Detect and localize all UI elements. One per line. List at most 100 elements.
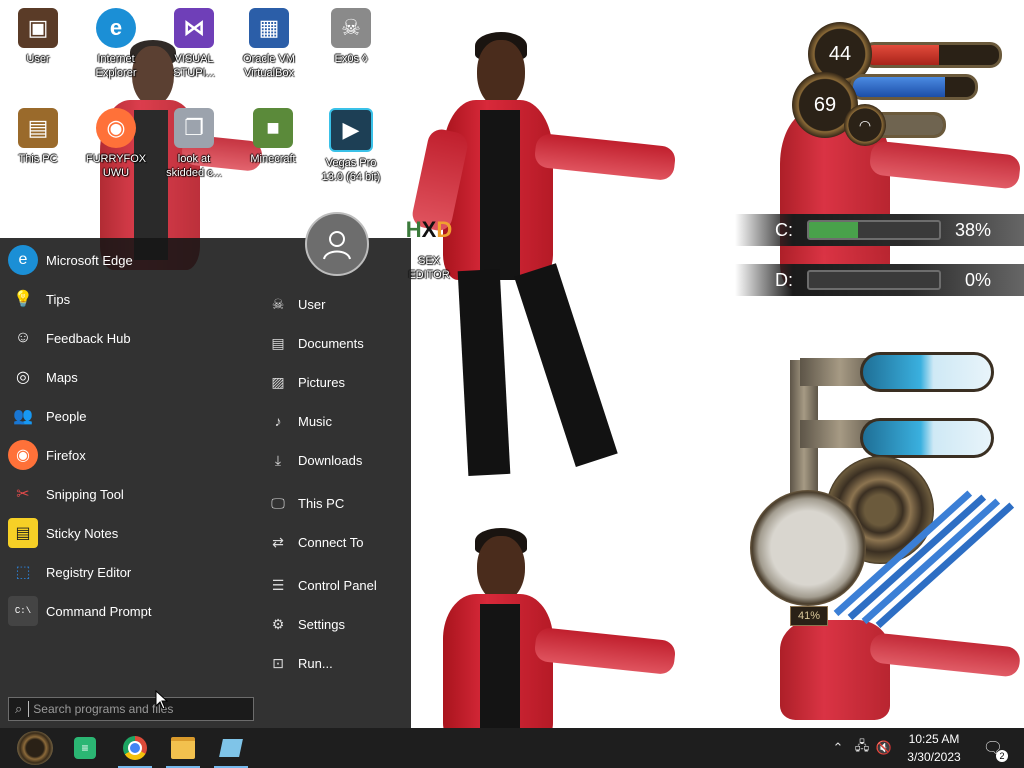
- taskbar-file-explorer[interactable]: [160, 728, 206, 768]
- virtualbox-icon: ▦: [249, 8, 289, 48]
- desktop-icon-label: Minecraft: [250, 153, 296, 165]
- command-prompt-icon: C:\: [8, 596, 38, 626]
- start-search-box[interactable]: ⌕: [8, 697, 254, 721]
- desktop-icon-minecraft[interactable]: ■ Minecraft: [240, 102, 306, 166]
- start-app-feedback-hub[interactable]: ☺ Feedback Hub: [0, 320, 240, 356]
- desktop-icon-internet-explorer[interactable]: e Internet Explorer: [83, 2, 149, 80]
- start-place-label: Pictures: [298, 374, 345, 390]
- skull-icon: ☠: [271, 295, 285, 312]
- dial-value: 41%: [790, 606, 828, 626]
- ram-usage-bar: [850, 74, 978, 100]
- copy-icon: ❐: [174, 108, 214, 148]
- run-icon: ⊡: [272, 654, 284, 671]
- start-place-label: Settings: [298, 616, 345, 632]
- chat-app-icon: ≡: [74, 737, 96, 759]
- drive-d-meter: D: 0%: [735, 264, 1024, 296]
- vegas-icon: ▶: [329, 108, 373, 152]
- start-app-label: Microsoft Edge: [46, 252, 133, 268]
- desktop-icon-label: User: [26, 53, 50, 65]
- start-app-label: Registry Editor: [46, 564, 132, 580]
- desktop-icon-furryfox[interactable]: ◉ FURRYFOX UWU: [83, 102, 149, 180]
- ram-value: 69: [813, 93, 837, 116]
- drive-d-bar: [807, 270, 941, 290]
- start-app-sticky-notes[interactable]: ▤ Sticky Notes: [0, 515, 240, 551]
- hex-editor-icon: HXD: [405, 217, 453, 242]
- drive-c-percent: 38%: [955, 219, 992, 240]
- start-app-label: Firefox: [46, 447, 86, 463]
- control-panel-icon: ☰: [271, 576, 285, 593]
- chrome-icon: [123, 736, 147, 760]
- desktop-icon-this-pc[interactable]: ▤ This PC: [5, 102, 71, 166]
- gear-icon: ⚙: [271, 615, 285, 632]
- start-place-music[interactable]: ♪ Music: [268, 406, 408, 436]
- desktop-icon-label: VISUAL STUPI...: [173, 53, 215, 79]
- start-place-user[interactable]: ☠ User: [268, 289, 408, 319]
- start-app-people[interactable]: 👥 People: [0, 398, 240, 434]
- search-icon: ⌕: [15, 701, 23, 716]
- document-icon: ▤: [271, 334, 285, 351]
- visual-studio-icon: ⋈: [174, 8, 214, 48]
- desktop-icon-skidded[interactable]: ❐ look at skidded c...: [161, 102, 227, 180]
- start-app-microsoft-edge[interactable]: e Microsoft Edge: [0, 242, 240, 278]
- drive-c-meter: C: 38%: [735, 214, 1024, 246]
- minecraft-icon: ■: [253, 108, 293, 148]
- taskbar-clock[interactable]: 10:25 AM 3/30/2023: [896, 730, 972, 766]
- volume-tray-button[interactable]: 🔇: [874, 728, 894, 768]
- desktop-icon-vegas-pro[interactable]: ▶ Vegas Pro 13.0 (64 bit): [318, 102, 384, 184]
- network-icon: 🖧: [854, 738, 870, 753]
- blue-rods-gauge: [833, 490, 1015, 629]
- start-place-documents[interactable]: ▤ Documents: [268, 328, 408, 358]
- drive-c-label: C:: [775, 219, 793, 240]
- pictures-icon: ▨: [271, 373, 285, 390]
- start-place-label: User: [298, 296, 326, 312]
- registry-icon: ⬚: [15, 564, 31, 581]
- clock-time: 10:25 AM: [908, 732, 960, 746]
- desktop-icon-label: Internet Explorer: [95, 53, 137, 79]
- desktop-icon-label: This PC: [18, 153, 58, 165]
- start-button[interactable]: [8, 728, 62, 768]
- notifications-button[interactable]: 🗨 2: [980, 728, 1008, 768]
- cpu-usage-bar: [862, 42, 1002, 68]
- cpu-value: 44: [828, 42, 852, 65]
- mouse-cursor-icon: [155, 690, 169, 710]
- start-app-label: People: [46, 408, 87, 424]
- taskbar-chat-app[interactable]: ≡: [62, 728, 108, 768]
- show-hidden-icons-button[interactable]: ⌃: [830, 728, 846, 768]
- start-app-snipping-tool[interactable]: ✂ Snipping Tool: [0, 476, 240, 512]
- firefox-icon: ◉: [96, 108, 136, 148]
- desktop-icon-label: look at skidded c...: [166, 153, 222, 179]
- start-app-tips[interactable]: 💡 Tips: [0, 281, 240, 317]
- search-input[interactable]: [28, 701, 236, 717]
- start-place-run[interactable]: ⊡ Run...: [268, 648, 408, 678]
- user-folder-icon: ▣: [18, 8, 58, 48]
- start-app-label: Maps: [46, 369, 78, 385]
- taskbar-notepad[interactable]: [208, 728, 254, 768]
- start-place-pictures[interactable]: ▨ Pictures: [268, 367, 408, 397]
- file-explorer-icon: [171, 737, 195, 759]
- start-place-label: Documents: [298, 335, 364, 351]
- start-place-settings[interactable]: ⚙ Settings: [268, 609, 408, 639]
- start-place-label: Downloads: [298, 452, 363, 468]
- steam-tube-bottom: [860, 418, 994, 458]
- start-app-registry-editor[interactable]: ⬚ Registry Editor: [0, 554, 240, 590]
- desktop-icon-visual-studio[interactable]: ⋈ VISUAL STUPI...: [161, 2, 227, 80]
- taskbar-chrome[interactable]: [112, 728, 158, 768]
- network-tray-button[interactable]: 🖧: [852, 728, 872, 768]
- desktop-icon-label: Oracle VM VirtualBox: [243, 53, 295, 79]
- start-app-command-prompt[interactable]: C:\ Command Prompt: [0, 593, 240, 629]
- volume-muted-icon: 🔇: [875, 740, 893, 755]
- start-place-this-pc[interactable]: 🖵 This PC: [268, 488, 408, 518]
- start-place-downloads[interactable]: ⤓ Downloads: [268, 445, 408, 475]
- drive-d-percent: 0%: [965, 269, 992, 290]
- people-icon: 👥: [13, 408, 33, 425]
- desktop-icon-user[interactable]: ▣ User: [5, 2, 71, 66]
- start-app-maps[interactable]: ◎ Maps: [0, 359, 240, 395]
- start-place-label: Control Panel: [298, 577, 377, 593]
- start-app-firefox[interactable]: ◉ Firefox: [0, 437, 240, 473]
- desktop-icon-ex0s[interactable]: ☠ Ex0s ◊: [318, 2, 384, 66]
- desktop-icon-virtualbox[interactable]: ▦ Oracle VM VirtualBox: [236, 2, 302, 80]
- start-place-connect-to[interactable]: ⇄ Connect To: [268, 527, 408, 557]
- start-place-label: Run...: [298, 655, 333, 671]
- start-place-control-panel[interactable]: ☰ Control Panel: [268, 570, 408, 600]
- user-avatar[interactable]: [305, 212, 369, 276]
